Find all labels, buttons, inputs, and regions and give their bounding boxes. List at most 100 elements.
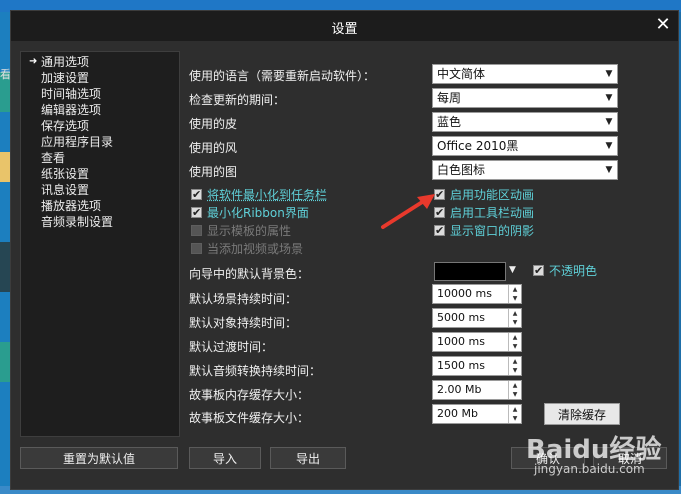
audio-transition-spinner[interactable]: 1500 ms ▲ ▼ (432, 356, 522, 376)
spinner-value: 1000 ms (437, 335, 485, 348)
nav-item-messages[interactable]: 讯息设置 (41, 182, 89, 198)
update-period-select[interactable]: 每周 ▼ (432, 88, 618, 108)
icons-value: 白色图标 (437, 163, 486, 177)
default-bg-color-label: 向导中的默认背景色： (189, 267, 310, 281)
checkbox-label: 不透明色 (549, 264, 598, 278)
spinner-value: 5000 ms (437, 311, 485, 324)
settings-dialog: 设置 ✕ ➜ 通用选项 加速设置 时间轴选项 编辑器选项 保存选项 应用程序目录… (10, 10, 679, 490)
check-icon: ✔ (534, 264, 544, 277)
scene-duration-label: 默认场景持续时间： (189, 292, 298, 306)
spinner-buttons: ▲ ▼ (508, 405, 521, 423)
file-cache-spinner[interactable]: 200 Mb ▲ ▼ (432, 404, 522, 424)
icons-label: 使用的图 (189, 165, 238, 179)
chevron-down-icon: ▼ (605, 69, 613, 79)
spinner-value: 1500 ms (437, 359, 485, 372)
increment-icon[interactable]: ▲ (509, 381, 521, 390)
spinner-buttons: ▲ ▼ (508, 309, 521, 327)
checkbox-label: 显示窗口的阴影 (450, 224, 535, 238)
chevron-down-icon: ▼ (605, 165, 613, 175)
chevron-down-icon: ▼ (509, 265, 516, 275)
decrement-icon[interactable]: ▼ (509, 414, 521, 423)
update-period-value: 每周 (437, 91, 462, 105)
style-select[interactable]: Office 2010黑 ▼ (432, 136, 618, 156)
chevron-down-icon: ▼ (605, 117, 613, 127)
scene-duration-spinner[interactable]: 10000 ms ▲ ▼ (432, 284, 522, 304)
check-icon: ✔ (192, 206, 202, 219)
nav-item-paper[interactable]: 纸张设置 (41, 166, 89, 182)
spinner-buttons: ▲ ▼ (508, 333, 521, 351)
decrement-icon[interactable]: ▼ (509, 390, 521, 399)
nav-item-acceleration[interactable]: 加速设置 (41, 70, 89, 86)
spinner-value: 2.00 Mb (437, 383, 482, 396)
settings-nav: ➜ 通用选项 加速设置 时间轴选项 编辑器选项 保存选项 应用程序目录 查看 纸… (20, 51, 180, 437)
check-icon: ✔ (192, 188, 202, 201)
nav-item-audio-recording[interactable]: 音频录制设置 (41, 214, 113, 230)
chevron-right-icon: ➜ (29, 56, 38, 67)
checkbox-box: ✔ (191, 188, 202, 201)
increment-icon[interactable]: ▲ (509, 357, 521, 366)
color-swatch (434, 262, 506, 281)
spinner-value: 200 Mb (437, 407, 478, 420)
watermark-url: jingyan.baidu.com (534, 462, 645, 476)
increment-icon[interactable]: ▲ (509, 309, 521, 318)
checkbox-label: 当添加视频或场景 (207, 242, 304, 256)
close-icon[interactable]: ✕ (654, 15, 672, 35)
language-label: 使用的语言（需要重新启动软件）： (189, 69, 376, 83)
export-button[interactable]: 导出 (270, 447, 346, 469)
audio-transition-label: 默认音频转换持续时间： (189, 364, 322, 378)
checkbox-label: 启用功能区动画 (450, 188, 535, 202)
increment-icon[interactable]: ▲ (509, 285, 521, 294)
nav-item-editor[interactable]: 编辑器选项 (41, 102, 101, 118)
update-period-label: 检查更新的期间： (189, 93, 286, 107)
import-button[interactable]: 导入 (189, 447, 261, 469)
chevron-down-icon: ▼ (605, 141, 613, 151)
nav-item-general[interactable]: 通用选项 (41, 54, 89, 70)
nav-item-player[interactable]: 播放器选项 (41, 198, 101, 214)
language-value: 中文简体 (437, 67, 486, 81)
skin-select[interactable]: 蓝色 ▼ (432, 112, 618, 132)
style-value: Office 2010黑 (437, 139, 519, 153)
language-select[interactable]: 中文简体 ▼ (432, 64, 618, 84)
checkbox-box: ✔ (191, 206, 202, 219)
checkbox-box: ✔ (533, 264, 544, 277)
decrement-icon[interactable]: ▼ (509, 366, 521, 375)
checkbox-label: 显示模板的属性 (207, 224, 292, 238)
skin-label: 使用的皮 (189, 117, 238, 131)
bg-color-picker[interactable]: ▼ (432, 261, 522, 281)
spinner-buttons: ▲ ▼ (508, 381, 521, 399)
icons-select[interactable]: 白色图标 ▼ (432, 160, 618, 180)
memory-cache-spinner[interactable]: 2.00 Mb ▲ ▼ (432, 380, 522, 400)
transition-duration-spinner[interactable]: 1000 ms ▲ ▼ (432, 332, 522, 352)
spinner-value: 10000 ms (437, 287, 492, 300)
nav-item-timeline[interactable]: 时间轴选项 (41, 86, 101, 102)
chevron-down-icon: ▼ (605, 93, 613, 103)
checkbox-label: 启用工具栏动画 (450, 206, 535, 220)
spinner-buttons: ▲ ▼ (508, 285, 521, 303)
nav-item-view[interactable]: 查看 (41, 150, 65, 166)
decrement-icon[interactable]: ▼ (509, 318, 521, 327)
memory-cache-label: 故事板内存缓存大小： (189, 388, 310, 402)
skin-value: 蓝色 (437, 115, 462, 129)
clear-cache-button[interactable]: 清除缓存 (544, 403, 620, 425)
watermark-logo: Baidu经验 (526, 435, 662, 465)
file-cache-label: 故事板文件缓存大小： (189, 411, 310, 425)
annotation-arrow-icon (381, 194, 435, 229)
title-bar: 设置 ✕ (11, 11, 678, 41)
baidu-watermark: Baidu经验 jingyan.baidu.com (526, 429, 676, 489)
decrement-icon[interactable]: ▼ (509, 342, 521, 351)
spinner-buttons: ▲ ▼ (508, 357, 521, 375)
nav-item-save[interactable]: 保存选项 (41, 118, 89, 134)
nav-item-app-directory[interactable]: 应用程序目录 (41, 134, 113, 150)
checkbox-label: 将软件最小化到任务栏 (207, 188, 328, 202)
object-duration-spinner[interactable]: 5000 ms ▲ ▼ (432, 308, 522, 328)
decrement-icon[interactable]: ▼ (509, 294, 521, 303)
object-duration-label: 默认对象持续时间： (189, 316, 298, 330)
checkbox-label: 最小化Ribbon界面 (207, 206, 309, 220)
dialog-title: 设置 (331, 22, 358, 37)
reset-defaults-button[interactable]: 重置为默认值 (20, 447, 178, 469)
style-label: 使用的风 (189, 141, 238, 155)
increment-icon[interactable]: ▲ (509, 405, 521, 414)
transition-duration-label: 默认过渡时间： (189, 340, 274, 354)
checkbox-box (191, 243, 202, 254)
increment-icon[interactable]: ▲ (509, 333, 521, 342)
